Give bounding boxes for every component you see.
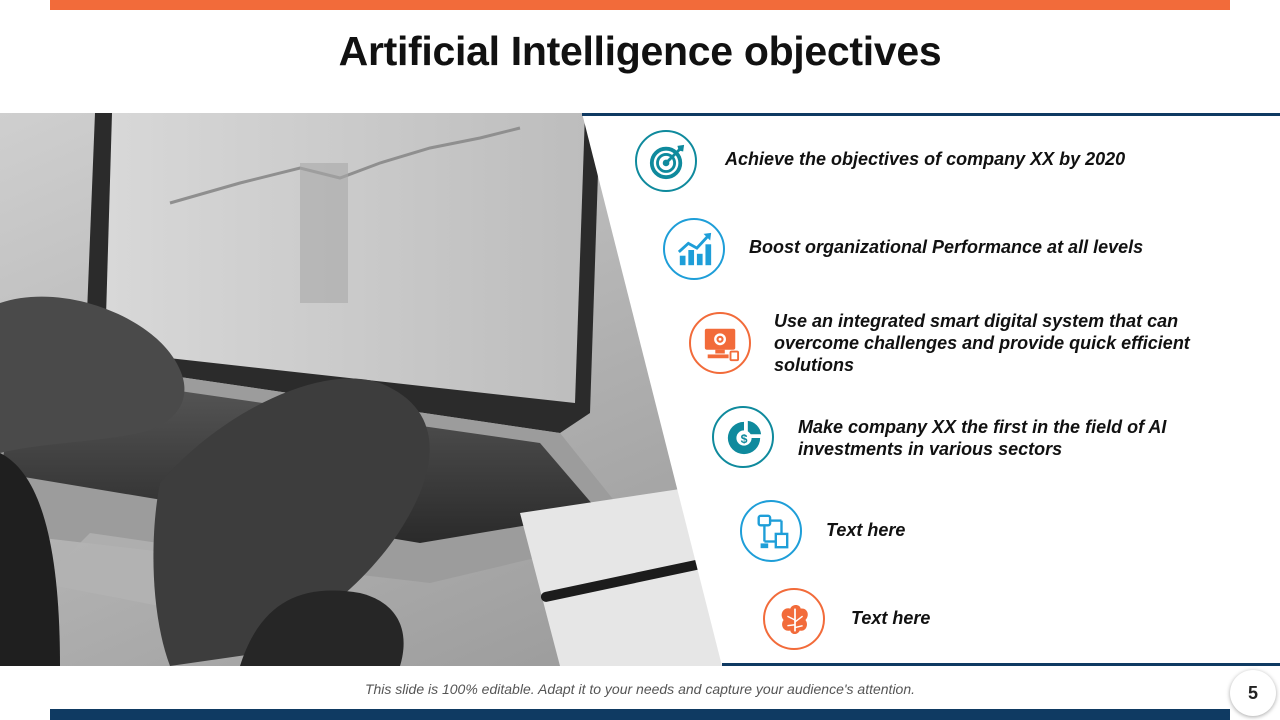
objective-text: Text here — [826, 520, 906, 540]
slide-title: Artificial Intelligence objectives — [338, 28, 942, 74]
panel-top-line — [582, 113, 1280, 116]
top-accent-bar — [50, 0, 1230, 10]
target-icon — [635, 130, 697, 192]
flowchart-icon — [740, 500, 802, 562]
objective-text: Make company XX the first in the field o… — [798, 417, 1167, 459]
digital-system-icon — [689, 312, 751, 374]
objective-item: Text here — [740, 500, 1240, 570]
objective-text: Use an integrated smart digital system t… — [774, 311, 1190, 375]
panel-bottom-line — [722, 663, 1280, 666]
investment-icon: $ — [712, 406, 774, 468]
objective-item: Boost organizational Performance at all … — [663, 218, 1263, 288]
ai-brain-icon — [763, 588, 825, 650]
objective-text: Achieve the objectives of company XX by … — [725, 149, 1126, 169]
objective-text: Boost organizational Performance at all … — [749, 237, 1144, 257]
objective-item: $ Make company XX the first in the field… — [712, 406, 1272, 476]
growth-chart-icon — [663, 218, 725, 280]
footer-note: This slide is 100% editable. Adapt it to… — [364, 681, 916, 697]
objective-item: Use an integrated smart digital system t… — [689, 311, 1249, 382]
objective-item: Achieve the objectives of company XX by … — [635, 130, 1235, 200]
svg-text:$: $ — [741, 432, 748, 446]
objective-item: Text here — [763, 588, 1243, 658]
objective-text: Text here — [851, 608, 931, 628]
page-number: 5 — [1230, 670, 1276, 716]
bottom-accent-bar — [50, 709, 1230, 720]
